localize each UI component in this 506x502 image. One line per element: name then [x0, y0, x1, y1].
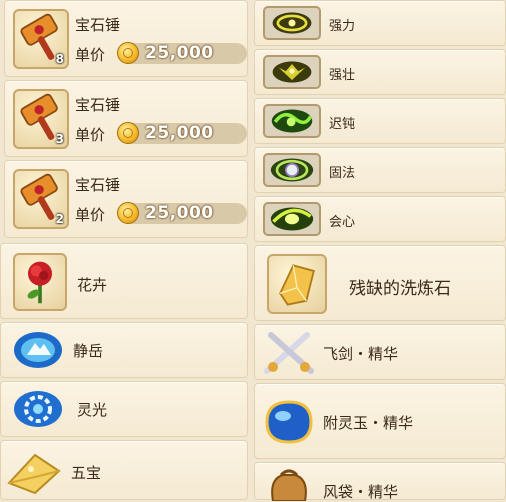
material-name: 风袋・精华 — [323, 483, 399, 501]
material-name: 附灵玉・精华 — [323, 414, 414, 432]
refining-stone-icon — [267, 254, 327, 314]
material-name: 五宝 — [71, 464, 102, 482]
skill-name: 强力 — [329, 19, 356, 34]
material-row-wind-bag[interactable]: 风袋・精华 — [254, 462, 506, 501]
coin-icon — [117, 202, 139, 224]
coin-icon — [117, 122, 139, 144]
material-name: 飞剑・精华 — [323, 345, 399, 363]
item-name: 宝石锤 — [75, 96, 121, 114]
flying-sword-icon — [259, 327, 319, 379]
sturdy-icon — [263, 55, 321, 89]
price-value: 25,000 — [145, 123, 214, 143]
shop-item-card[interactable]: 2 宝石锤 单价 25,000 — [4, 160, 248, 238]
critical-icon — [263, 202, 321, 236]
flower-icon — [13, 253, 67, 311]
skill-name: 迟钝 — [329, 117, 356, 132]
item-quantity: 3 — [55, 132, 64, 146]
material-name: 灵光 — [77, 401, 108, 419]
material-name: 花卉 — [77, 276, 108, 294]
still-mountain-icon — [9, 327, 67, 373]
spirit-jade-icon — [259, 394, 319, 450]
gem-hammer-icon: 8 — [13, 9, 69, 69]
price-value: 25,000 — [145, 203, 214, 223]
wind-bag-icon — [259, 465, 319, 501]
item-quantity: 2 — [55, 212, 64, 226]
coin-icon — [117, 42, 139, 64]
skill-name: 固法 — [329, 166, 356, 181]
skill-row-solid-magic[interactable]: 固法 — [254, 147, 506, 193]
material-row-flower[interactable]: 花卉 — [0, 243, 248, 319]
shop-item-card[interactable]: 8 宝石锤 单价 25,000 — [4, 0, 248, 77]
skill-name: 会心 — [329, 215, 356, 230]
skill-row-slow[interactable]: 迟钝 — [254, 98, 506, 144]
material-name: 残缺的洗炼石 — [349, 279, 451, 299]
solid-magic-icon — [263, 153, 321, 187]
material-row-five-treasures[interactable]: 五宝 — [0, 440, 248, 500]
skill-row-sturdy[interactable]: 强壮 — [254, 49, 506, 95]
item-name: 宝石锤 — [75, 176, 121, 194]
price-value: 25,000 — [145, 43, 214, 63]
shop-item-card[interactable]: 3 宝石锤 单价 25,000 — [4, 80, 248, 157]
gem-hammer-icon: 3 — [13, 89, 69, 149]
material-row-spirit-light[interactable]: 灵光 — [0, 381, 248, 437]
skill-row-critical[interactable]: 会心 — [254, 196, 506, 242]
material-row-spirit-jade[interactable]: 附灵玉・精华 — [254, 383, 506, 459]
five-treasures-icon — [5, 447, 63, 497]
strength-icon — [263, 6, 321, 40]
gem-hammer-icon: 2 — [13, 169, 69, 229]
material-row-still-mountain[interactable]: 静岳 — [0, 322, 248, 378]
item-name: 宝石锤 — [75, 16, 121, 34]
material-name: 静岳 — [73, 342, 104, 360]
material-row-refining-stone[interactable]: 残缺的洗炼石 — [254, 245, 506, 321]
item-quantity: 8 — [55, 52, 64, 66]
slow-icon — [263, 104, 321, 138]
price-label: 单价 — [75, 206, 106, 224]
price-label: 单价 — [75, 46, 106, 64]
skill-name: 强壮 — [329, 68, 356, 83]
price-label: 单价 — [75, 126, 106, 144]
spirit-light-icon — [9, 386, 67, 432]
material-row-flying-sword[interactable]: 飞剑・精华 — [254, 324, 506, 380]
skill-row-strength[interactable]: 强力 — [254, 0, 506, 46]
